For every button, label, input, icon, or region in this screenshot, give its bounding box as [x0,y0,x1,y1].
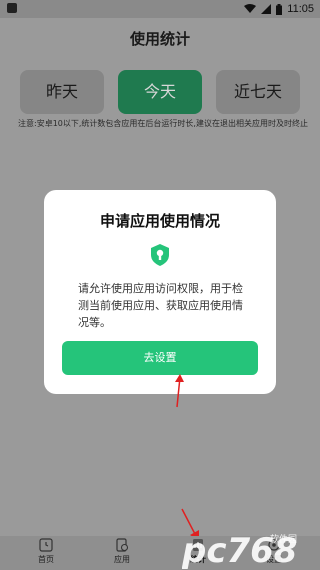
permission-dialog: 申请应用使用情况 请允许使用应用访问权限，用于检测当前使用应用、获取应用使用情况… [44,190,276,394]
tab-today[interactable]: 今天 [118,70,202,114]
status-time: 11:05 [287,3,314,15]
android-notification-icon [7,3,17,13]
nav-apps-label: 应用 [114,555,130,564]
app-clock-icon [116,538,129,552]
clock-icon [39,538,53,552]
go-to-settings-button[interactable]: 去设置 [62,341,258,375]
wifi-icon [244,4,257,13]
nav-home-label: 首页 [38,555,54,564]
page-title: 使用统计 [129,30,190,48]
usage-note: 注意:安卓10以下,统计数包含应用在后台运行时长,建议在退出相关应用时及时终止其… [18,119,308,128]
annotation-arrow-up [175,374,184,408]
dialog-message: 请允许使用应用访问权限，用于检测当前使用应用、获取应用使用情况等。 [78,282,243,329]
dialog-title: 申请应用使用情况 [99,212,220,230]
signal-icon [261,4,272,14]
nav-apps[interactable]: 应用 [92,538,152,570]
app-header: 使用统计 [0,18,320,56]
date-range-tabs: 昨天 今天 近七天 [20,70,302,114]
svg-text:软件园: 软件园 [270,533,297,545]
status-bar: 11:05 [0,0,320,18]
pc768-watermark-logo: pc768 软件园 [182,531,297,570]
nav-home[interactable]: 首页 [16,538,76,570]
status-indicators: 11:05 [244,1,314,17]
battery-icon [276,3,283,15]
shield-icon [151,244,169,266]
tab-yesterday[interactable]: 昨天 [20,70,104,114]
tab-last-seven-days[interactable]: 近七天 [216,70,300,114]
